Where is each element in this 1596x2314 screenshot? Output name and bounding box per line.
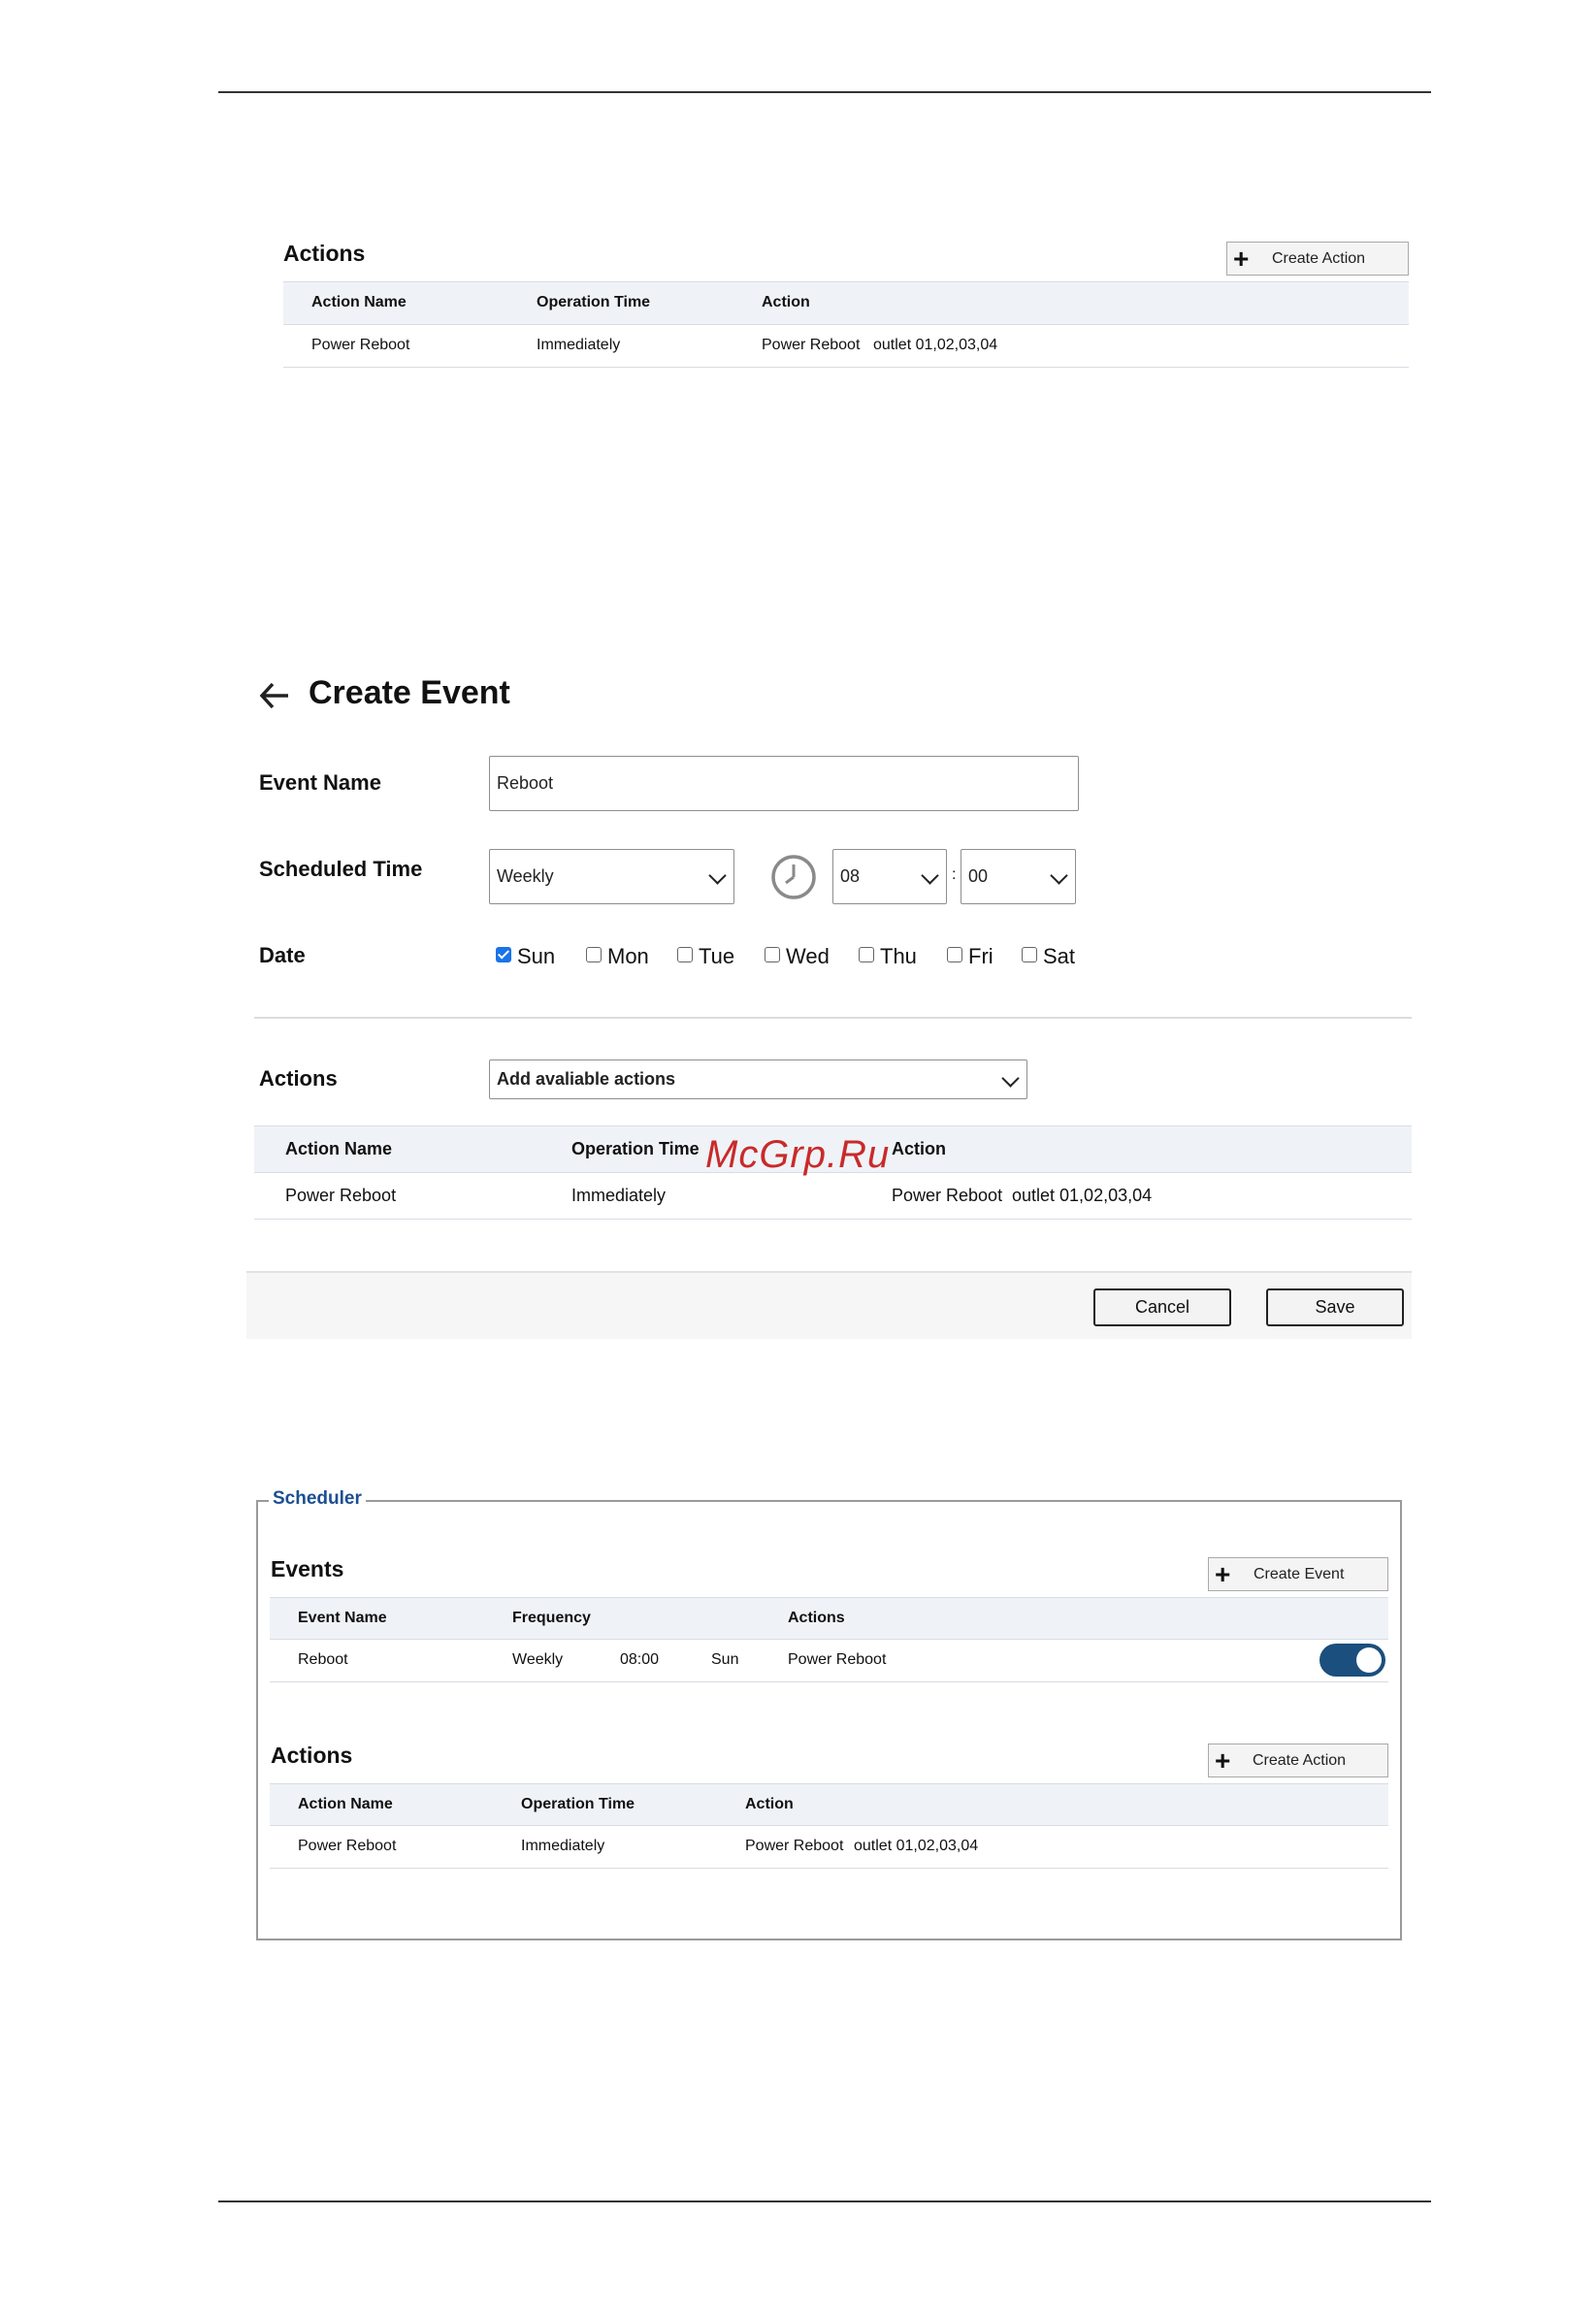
plus-icon: + [1215, 1745, 1231, 1776]
top-create-action-button[interactable]: + Create Action [1226, 242, 1409, 276]
scheduler-legend: Scheduler [269, 1488, 366, 1510]
events-title: Events [271, 1556, 344, 1581]
top-actions-table: Action Name Operation Time Action Power … [283, 281, 1409, 368]
col-operation-time: Operation Time [537, 294, 651, 310]
page-bottom-rule [218, 2200, 1431, 2202]
frequency-select[interactable]: Weekly [489, 849, 734, 904]
table-header: Event Name Frequency Actions [270, 1597, 1388, 1640]
col-action-name: Action Name [285, 1139, 393, 1158]
actions-table: Action Name Operation Time Action Power … [270, 1783, 1388, 1869]
events-table: Event Name Frequency Actions Reboot Week… [270, 1597, 1388, 1682]
checkbox-icon [947, 947, 962, 962]
col-action: Action [745, 1796, 794, 1812]
action-cell: Power Reboot [762, 337, 861, 353]
actions-cell: Power Reboot [788, 1651, 887, 1668]
scheduled-time-label: Scheduled Time [259, 857, 423, 881]
operation-time-cell: Immediately [521, 1838, 605, 1854]
checkbox-checked-icon [496, 947, 511, 962]
minute-select[interactable]: 00 [961, 849, 1076, 904]
date-label: Date [259, 943, 306, 967]
chevron-down-icon [1050, 865, 1068, 885]
col-operation-time: Operation Time [521, 1796, 635, 1812]
operation-time-cell: Immediately [571, 1186, 667, 1205]
day-checkbox-mon[interactable]: Mon [586, 944, 649, 969]
col-operation-time: Operation Time [571, 1139, 700, 1158]
col-action: Action [892, 1139, 946, 1158]
available-actions-value: Add avaliable actions [497, 1069, 676, 1089]
toggle-knob [1356, 1647, 1382, 1673]
actions-title: Actions [271, 1743, 353, 1768]
table-row[interactable]: Power Reboot Immediately Power Reboot ou… [254, 1173, 1412, 1220]
day-checkbox-fri[interactable]: Fri [947, 944, 993, 969]
checkbox-icon [1022, 947, 1037, 962]
day-cell: Sun [711, 1651, 739, 1668]
checkbox-icon [765, 947, 780, 962]
table-row[interactable]: Reboot Weekly 08:00 Sun Power Reboot [270, 1640, 1388, 1682]
col-event-name: Event Name [298, 1610, 387, 1626]
create-event-button[interactable]: + Create Event [1208, 1557, 1388, 1591]
table-row[interactable]: Power Reboot Immediately Power Reboot ou… [270, 1826, 1388, 1869]
day-checkbox-tue[interactable]: Tue [677, 944, 734, 969]
outlets-cell: outlet 01,02,03,04 [1012, 1186, 1153, 1205]
day-checkbox-thu[interactable]: Thu [859, 944, 917, 969]
col-actions: Actions [788, 1610, 845, 1626]
actions-label: Actions [259, 1066, 338, 1091]
col-action-name: Action Name [311, 294, 407, 310]
hour-select[interactable]: 08 [832, 849, 947, 904]
action-cell: Power Reboot [745, 1838, 844, 1854]
page-top-rule [218, 91, 1431, 93]
form-divider [254, 1017, 1412, 1019]
event-name-value: Reboot [497, 773, 554, 793]
day-checkbox-sat[interactable]: Sat [1022, 944, 1075, 969]
time-cell: 08:00 [620, 1651, 660, 1668]
action-name-cell: Power Reboot [285, 1186, 397, 1205]
create-action-button[interactable]: + Create Action [1208, 1744, 1388, 1777]
event-enabled-toggle[interactable] [1319, 1644, 1385, 1677]
chevron-down-icon [708, 865, 727, 885]
col-action-name: Action Name [298, 1796, 393, 1812]
action-name-cell: Power Reboot [298, 1838, 397, 1854]
day-checkbox-wed[interactable]: Wed [765, 944, 830, 969]
chevron-down-icon [921, 865, 939, 885]
event-name-cell: Reboot [298, 1651, 348, 1668]
page-title: Create Event [309, 674, 510, 711]
table-row[interactable]: Power Reboot Immediately Power Reboot ou… [283, 325, 1409, 368]
col-action: Action [762, 294, 810, 310]
table-header: Action Name Operation Time Action [283, 281, 1409, 325]
clock-icon [769, 853, 818, 901]
chevron-down-icon [1001, 1068, 1020, 1088]
checkbox-icon [677, 947, 693, 962]
col-frequency: Frequency [512, 1610, 591, 1626]
minute-value: 00 [968, 866, 989, 886]
frequency-cell: Weekly [512, 1651, 564, 1668]
event-name-label: Event Name [259, 770, 381, 795]
back-arrow-icon[interactable] [258, 679, 291, 712]
day-checkbox-sun[interactable]: Sun [496, 944, 555, 969]
top-actions-title: Actions [283, 241, 366, 266]
action-cell: Power Reboot [892, 1186, 1003, 1205]
plus-icon: + [1215, 1559, 1231, 1589]
watermark-text: McGrp.Ru [705, 1133, 891, 1176]
available-actions-select[interactable]: Add avaliable actions [489, 1059, 1027, 1099]
action-name-cell: Power Reboot [311, 337, 410, 353]
outlets-cell: outlet 01,02,03,04 [873, 337, 998, 353]
time-separator: : [952, 866, 957, 883]
outlets-cell: outlet 01,02,03,04 [854, 1838, 979, 1854]
checkbox-icon [586, 947, 602, 962]
cancel-button[interactable]: Cancel [1093, 1288, 1231, 1326]
plus-icon: + [1233, 244, 1250, 274]
checkbox-icon [859, 947, 874, 962]
operation-time-cell: Immediately [537, 337, 621, 353]
save-button[interactable]: Save [1266, 1288, 1404, 1326]
form-footer [246, 1271, 1412, 1339]
hour-value: 08 [840, 866, 861, 886]
event-name-input[interactable]: Reboot [489, 756, 1079, 811]
table-header: Action Name Operation Time Action [270, 1783, 1388, 1826]
frequency-value: Weekly [497, 866, 554, 886]
